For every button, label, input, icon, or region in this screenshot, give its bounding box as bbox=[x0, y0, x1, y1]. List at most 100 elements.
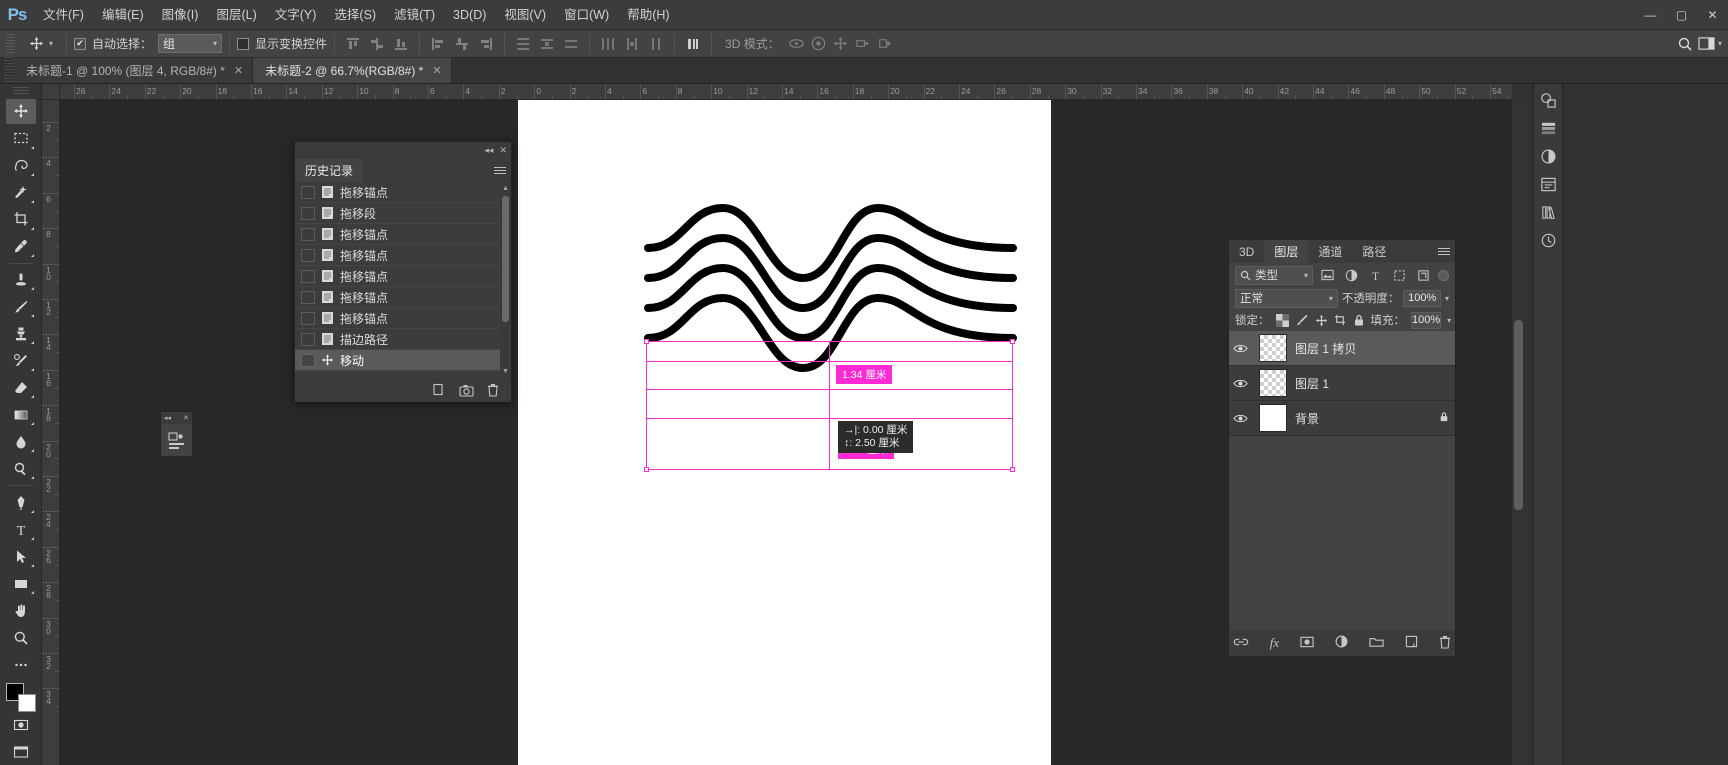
pan-3d-icon[interactable] bbox=[830, 33, 852, 55]
eraser-tool[interactable] bbox=[6, 375, 36, 400]
blend-mode-dropdown[interactable]: 正常 ▾ bbox=[1235, 288, 1338, 308]
active-tool-preview[interactable]: ▾ bbox=[19, 33, 59, 55]
history-panel-titlebar[interactable]: ◂◂ ✕ bbox=[295, 142, 511, 159]
lock-artboard-icon[interactable] bbox=[1334, 313, 1347, 328]
close-icon[interactable]: ✕ bbox=[234, 64, 243, 77]
menu-type[interactable]: 文字(Y) bbox=[266, 0, 326, 30]
align-bottom-edges-icon[interactable] bbox=[390, 33, 412, 55]
new-group-icon[interactable] bbox=[1369, 636, 1384, 651]
adjustment-layer-icon[interactable] bbox=[1335, 635, 1348, 651]
gradient-tool[interactable] bbox=[6, 402, 36, 427]
crop-tool[interactable] bbox=[6, 207, 36, 232]
scroll-down-icon[interactable]: ▼ bbox=[502, 368, 509, 375]
layers-panel[interactable]: 3D 图层 通道 路径 类型 ▾ T 正常 ▾ 不透明度： 100% ▾ 锁定：… bbox=[1228, 239, 1456, 657]
history-item[interactable]: 拖移锚点 bbox=[295, 224, 511, 245]
menu-edit[interactable]: 编辑(E) bbox=[93, 0, 153, 30]
history-snapshot-slot[interactable] bbox=[301, 269, 315, 283]
quick-mask-button[interactable] bbox=[6, 712, 36, 737]
artboard[interactable] bbox=[518, 100, 1051, 765]
adjustments-panel-icon[interactable] bbox=[1535, 144, 1561, 168]
history-snapshot-slot[interactable] bbox=[301, 290, 315, 304]
lock-image-pixels-icon[interactable] bbox=[1295, 313, 1309, 328]
show-transform-checkbox[interactable] bbox=[237, 37, 250, 50]
history-item[interactable]: 拖移锚点 bbox=[295, 182, 511, 203]
color-panel-icon[interactable] bbox=[1535, 88, 1561, 112]
layer-filter-type-dropdown[interactable]: 类型 ▾ bbox=[1235, 265, 1313, 285]
adjustment-filter-icon[interactable] bbox=[1342, 266, 1361, 285]
menu-filter[interactable]: 滤镜(T) bbox=[385, 0, 444, 30]
dodge-tool[interactable] bbox=[6, 456, 36, 481]
menu-window[interactable]: 窗口(W) bbox=[555, 0, 618, 30]
tool-preset-chevron-icon[interactable]: ▾ bbox=[49, 39, 53, 48]
background-color-swatch[interactable] bbox=[17, 694, 36, 713]
lock-position-icon[interactable] bbox=[1315, 313, 1328, 328]
lock-all-icon[interactable] bbox=[1353, 313, 1365, 328]
slide-3d-icon[interactable] bbox=[852, 33, 874, 55]
eye-icon[interactable] bbox=[1229, 343, 1251, 354]
marquee-tool[interactable] bbox=[6, 126, 36, 151]
eye-icon[interactable] bbox=[1229, 413, 1251, 424]
layer-row[interactable]: 图层 1 bbox=[1229, 366, 1455, 401]
history-item-selected[interactable]: 移动 bbox=[295, 350, 511, 371]
auto-select-checkbox[interactable]: ✔ bbox=[74, 37, 87, 50]
layer-row[interactable]: 图层 1 拷贝 bbox=[1229, 331, 1455, 366]
lasso-tool[interactable] bbox=[6, 153, 36, 178]
document-tab-1[interactable]: 未标题-1 @ 100% (图层 4, RGB/8#) * ✕ bbox=[14, 58, 254, 83]
history-item[interactable]: 拖移锚点 bbox=[295, 245, 511, 266]
layer-list[interactable]: 图层 1 拷贝 图层 1 背景 bbox=[1229, 331, 1455, 436]
layer-mask-icon[interactable] bbox=[1300, 636, 1314, 651]
history-snapshot-slot[interactable] bbox=[301, 311, 315, 325]
history-scroll-thumb[interactable] bbox=[502, 196, 509, 322]
menu-help[interactable]: 帮助(H) bbox=[618, 0, 678, 30]
quick-selection-tool[interactable] bbox=[6, 180, 36, 205]
distribute-right-edges-icon[interactable] bbox=[645, 33, 667, 55]
properties-panel-icon[interactable] bbox=[1535, 172, 1561, 196]
history-snapshot-slot[interactable] bbox=[301, 185, 315, 199]
scroll-up-icon[interactable]: ▲ bbox=[502, 185, 509, 192]
history-panel[interactable]: ◂◂ ✕ 历史记录 拖移锚点 拖移段 拖移锚点 拖移锚点 拖移锚点 拖移锚点 拖… bbox=[294, 141, 512, 402]
shape-filter-icon[interactable] bbox=[1390, 266, 1409, 285]
healing-brush-tool[interactable] bbox=[6, 268, 36, 293]
tab-paths[interactable]: 路径 bbox=[1352, 240, 1397, 263]
align-distribute-options-icon[interactable] bbox=[682, 33, 704, 55]
libraries-panel-icon[interactable] bbox=[1535, 200, 1561, 224]
fill-chevron-icon[interactable]: ▾ bbox=[1447, 316, 1451, 325]
canvas-scroll-thumb[interactable] bbox=[1514, 320, 1523, 510]
opacity-input[interactable]: 100% bbox=[1403, 289, 1441, 307]
history-item[interactable]: 拖移段 bbox=[295, 203, 511, 224]
workspace-switcher-icon[interactable] bbox=[1696, 33, 1718, 55]
distribute-bottom-edges-icon[interactable] bbox=[560, 33, 582, 55]
align-top-edges-icon[interactable] bbox=[342, 33, 364, 55]
swatches-panel-icon[interactable] bbox=[1535, 116, 1561, 140]
align-vertical-centers-icon[interactable] bbox=[366, 33, 388, 55]
history-brush-tool[interactable] bbox=[6, 348, 36, 373]
menu-select[interactable]: 选择(S) bbox=[325, 0, 385, 30]
history-scrollbar[interactable]: ▲ ▼ bbox=[500, 182, 511, 378]
link-layers-icon[interactable] bbox=[1233, 636, 1249, 651]
close-icon[interactable]: ✕ bbox=[432, 64, 441, 77]
blur-tool[interactable] bbox=[6, 429, 36, 454]
panel-menu-icon[interactable] bbox=[1438, 245, 1450, 257]
layer-thumbnail[interactable] bbox=[1259, 334, 1287, 362]
tab-3d[interactable]: 3D bbox=[1229, 240, 1265, 263]
opacity-chevron-icon[interactable]: ▾ bbox=[1445, 294, 1449, 303]
brush-tool[interactable] bbox=[6, 294, 36, 319]
history-snapshot-slot[interactable] bbox=[301, 248, 315, 262]
tabs-grip[interactable] bbox=[4, 57, 14, 83]
zoom-tool[interactable] bbox=[6, 625, 36, 650]
layer-thumbnail[interactable] bbox=[1259, 404, 1287, 432]
search-icon[interactable] bbox=[1674, 33, 1696, 55]
rectangle-tool[interactable] bbox=[6, 571, 36, 596]
menu-file[interactable]: 文件(F) bbox=[34, 0, 93, 30]
horizontal-ruler[interactable]: 26 24 22 20 18 16 14 12 10 8 6 4 2 0 2 4 6 8 10 12 14 16 18 20 2… bbox=[60, 84, 1512, 100]
move-tool[interactable] bbox=[5, 98, 36, 124]
type-tool[interactable]: T bbox=[6, 517, 36, 542]
distribute-left-edges-icon[interactable] bbox=[597, 33, 619, 55]
color-swatches[interactable] bbox=[5, 682, 37, 713]
history-item[interactable]: 拖移锚点 bbox=[295, 308, 511, 329]
menu-view[interactable]: 视图(V) bbox=[495, 0, 555, 30]
tab-history[interactable]: 历史记录 bbox=[295, 159, 364, 182]
options-bar-grip[interactable] bbox=[6, 33, 15, 54]
scale-3d-icon[interactable] bbox=[874, 33, 896, 55]
image-filter-icon[interactable] bbox=[1318, 266, 1337, 285]
